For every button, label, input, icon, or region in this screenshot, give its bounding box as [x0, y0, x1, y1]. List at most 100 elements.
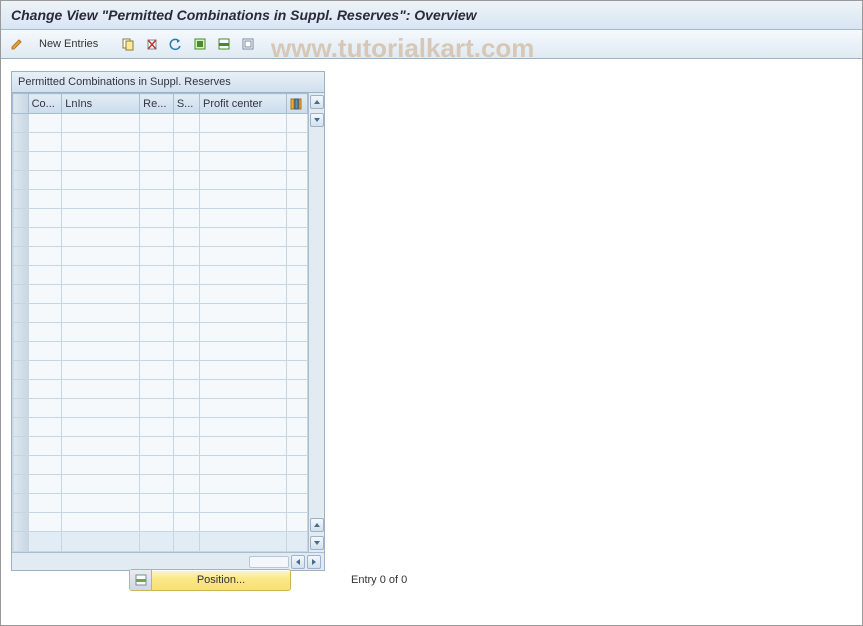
cell[interactable] — [199, 418, 286, 437]
cell[interactable] — [62, 456, 140, 475]
cell[interactable] — [28, 247, 62, 266]
cell[interactable] — [173, 323, 199, 342]
cell[interactable] — [286, 266, 307, 285]
data-grid[interactable]: Co... LnIns Re... S... Profit center — [12, 93, 308, 552]
cell[interactable] — [140, 380, 174, 399]
row-selector[interactable] — [13, 304, 29, 323]
cell[interactable] — [28, 152, 62, 171]
table-row[interactable] — [13, 133, 308, 152]
table-row[interactable] — [13, 456, 308, 475]
table-row[interactable] — [13, 190, 308, 209]
cell[interactable] — [173, 361, 199, 380]
cell[interactable] — [62, 171, 140, 190]
cell[interactable] — [199, 475, 286, 494]
cell[interactable] — [62, 304, 140, 323]
cell[interactable] — [173, 228, 199, 247]
cell[interactable] — [173, 399, 199, 418]
cell[interactable] — [140, 323, 174, 342]
scroll-up-bottom-button[interactable] — [310, 518, 324, 532]
table-row[interactable] — [13, 266, 308, 285]
cell[interactable] — [140, 437, 174, 456]
cell[interactable] — [199, 247, 286, 266]
scroll-right-button[interactable] — [307, 555, 321, 569]
cell[interactable] — [140, 494, 174, 513]
row-selector[interactable] — [13, 475, 29, 494]
table-row[interactable] — [13, 418, 308, 437]
cell[interactable] — [140, 361, 174, 380]
cell[interactable] — [62, 266, 140, 285]
col-header-lnins[interactable]: LnIns — [62, 94, 140, 114]
row-selector[interactable] — [13, 380, 29, 399]
cell[interactable] — [62, 494, 140, 513]
cell[interactable] — [173, 304, 199, 323]
deselect-all-button[interactable] — [238, 34, 258, 54]
cell[interactable] — [62, 228, 140, 247]
cell[interactable] — [28, 171, 62, 190]
cell[interactable] — [199, 456, 286, 475]
cell[interactable] — [173, 456, 199, 475]
cell[interactable] — [199, 342, 286, 361]
cell[interactable] — [199, 513, 286, 532]
cell[interactable] — [28, 190, 62, 209]
cell[interactable] — [199, 171, 286, 190]
row-selector[interactable] — [13, 285, 29, 304]
cell[interactable] — [173, 513, 199, 532]
cell[interactable] — [28, 228, 62, 247]
cell[interactable] — [140, 399, 174, 418]
toggle-change-display-button[interactable] — [7, 34, 27, 54]
cell[interactable] — [173, 285, 199, 304]
cell[interactable] — [28, 456, 62, 475]
scroll-left-button[interactable] — [291, 555, 305, 569]
cell[interactable] — [286, 304, 307, 323]
cell[interactable] — [28, 494, 62, 513]
row-selector[interactable] — [13, 152, 29, 171]
table-row[interactable] — [13, 304, 308, 323]
cell[interactable] — [62, 285, 140, 304]
cell[interactable] — [199, 209, 286, 228]
table-row[interactable] — [13, 323, 308, 342]
cell[interactable] — [286, 247, 307, 266]
cell[interactable] — [140, 304, 174, 323]
cell[interactable] — [62, 209, 140, 228]
delete-button[interactable] — [142, 34, 162, 54]
row-selector[interactable] — [13, 437, 29, 456]
hscroll-track[interactable] — [249, 556, 289, 568]
cell[interactable] — [286, 456, 307, 475]
cell[interactable] — [28, 513, 62, 532]
row-selector[interactable] — [13, 494, 29, 513]
cell[interactable] — [140, 513, 174, 532]
cell[interactable] — [28, 342, 62, 361]
table-row[interactable] — [13, 475, 308, 494]
cell[interactable] — [62, 133, 140, 152]
cell[interactable] — [286, 475, 307, 494]
table-row[interactable] — [13, 209, 308, 228]
cell[interactable] — [199, 380, 286, 399]
cell[interactable] — [286, 361, 307, 380]
row-selector[interactable] — [13, 190, 29, 209]
table-row[interactable] — [13, 152, 308, 171]
cell[interactable] — [286, 133, 307, 152]
cell[interactable] — [286, 285, 307, 304]
row-selector[interactable] — [13, 247, 29, 266]
cell[interactable] — [62, 342, 140, 361]
table-row[interactable] — [13, 494, 308, 513]
cell[interactable] — [199, 399, 286, 418]
cell[interactable] — [199, 114, 286, 133]
row-selector[interactable] — [13, 266, 29, 285]
table-row[interactable] — [13, 437, 308, 456]
cell[interactable] — [28, 361, 62, 380]
cell[interactable] — [140, 209, 174, 228]
cell[interactable] — [62, 361, 140, 380]
cell[interactable] — [28, 475, 62, 494]
cell[interactable] — [140, 418, 174, 437]
row-selector[interactable] — [13, 513, 29, 532]
cell[interactable] — [140, 114, 174, 133]
cell[interactable] — [62, 190, 140, 209]
configure-columns-button[interactable] — [286, 94, 307, 114]
cell[interactable] — [28, 114, 62, 133]
cell[interactable] — [286, 380, 307, 399]
position-button[interactable]: Position... — [129, 569, 291, 591]
cell[interactable] — [28, 285, 62, 304]
cell[interactable] — [286, 152, 307, 171]
cell[interactable] — [286, 114, 307, 133]
